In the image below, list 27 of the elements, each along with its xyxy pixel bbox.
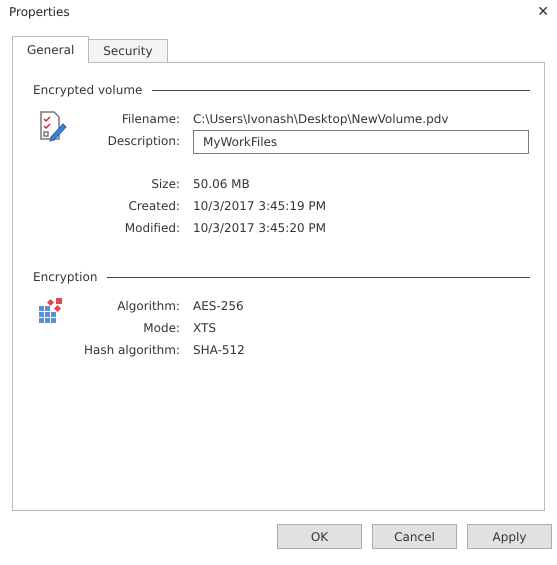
field-value: XTS (193, 320, 217, 337)
dialog-button[interactable]: OK (277, 524, 362, 549)
field-label: Hash algorithm: (82, 342, 180, 359)
checklist-pencil-icon (38, 110, 68, 142)
field-value: AES-256 (193, 298, 245, 315)
field-label: Modified: (124, 220, 180, 237)
section-title: Encrypted volume (33, 83, 142, 97)
field-label: Algorithm: (116, 298, 180, 315)
field-label: Created: (127, 198, 180, 215)
dialog-button[interactable]: Apply (467, 524, 552, 549)
close-button[interactable]: ✕ (537, 4, 549, 20)
dialog-button[interactable]: Cancel (372, 524, 457, 549)
section-title: Encryption (33, 270, 98, 284)
field-value: C:\Users\Ivonash\Desktop\NewVolume.pdv (193, 111, 450, 128)
field-label: Description: (106, 133, 180, 150)
field-label: Mode: (142, 320, 180, 337)
field-value: 10/3/2017 3:45:19 PM (193, 198, 328, 215)
window-title: Properties (9, 5, 70, 19)
description-field[interactable]: MyWorkFiles (193, 130, 529, 154)
field-value: 10/3/2017 3:45:20 PM (193, 220, 328, 237)
tab[interactable]: General (12, 36, 90, 63)
field-value: 50.06 MB (193, 176, 251, 193)
field-label: Size: (150, 176, 180, 193)
field-label: Filename: (120, 111, 180, 128)
field-value: SHA-512 (193, 342, 246, 359)
tab[interactable]: Security (88, 39, 168, 62)
blocks-icon (38, 297, 64, 323)
